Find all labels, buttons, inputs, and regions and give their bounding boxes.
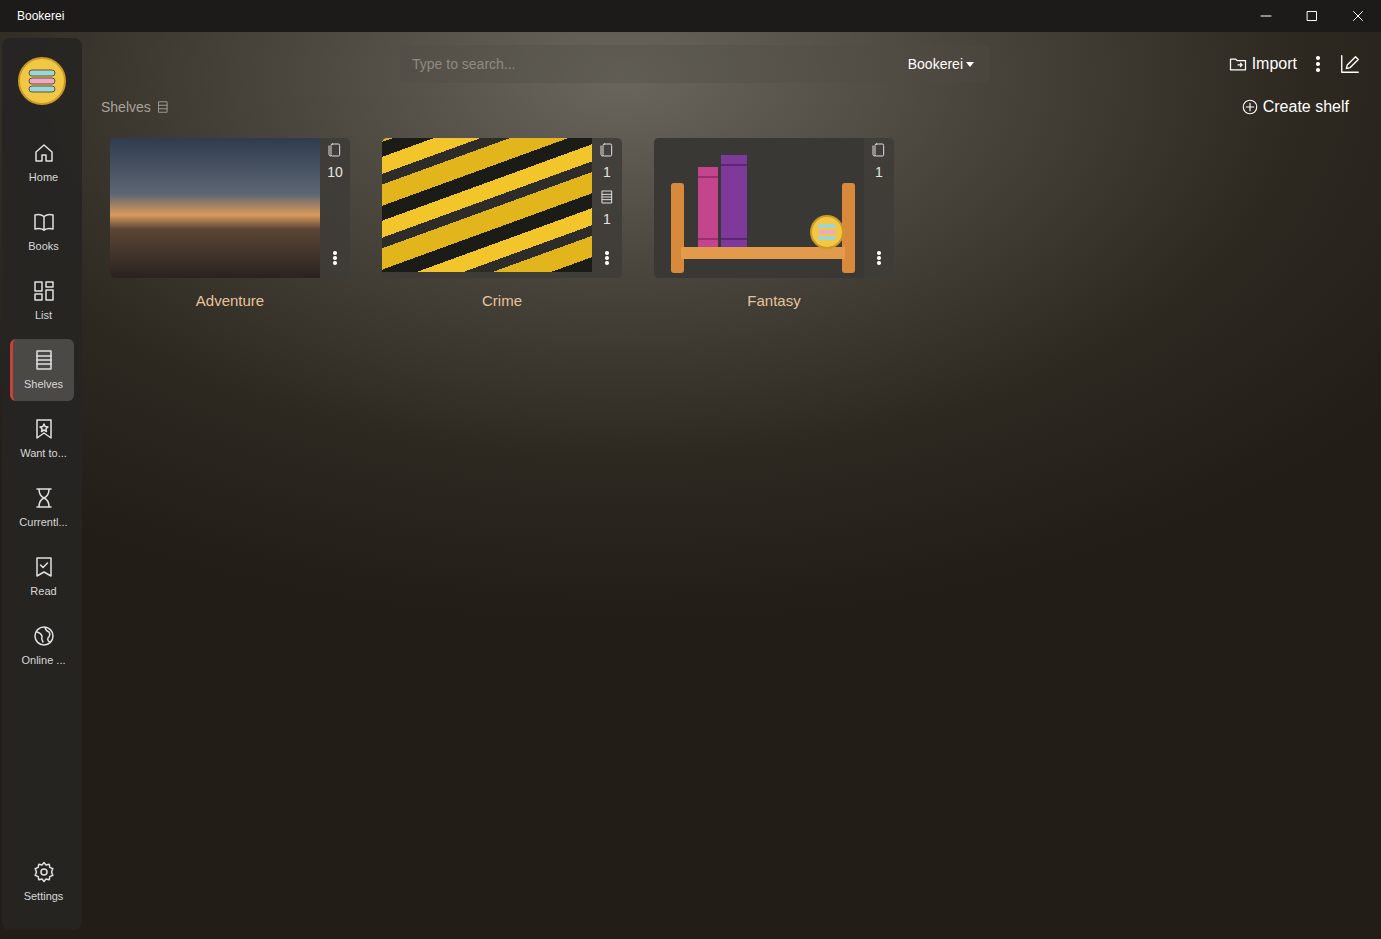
- subshelf-icon: [599, 189, 615, 205]
- sidebar-label: List: [35, 307, 52, 324]
- caret-icon: [966, 62, 974, 67]
- plus-circle-icon: [1241, 98, 1259, 116]
- shelf-tile[interactable]: 1: [654, 138, 894, 278]
- shelf-name: Crime: [482, 290, 522, 313]
- top-bar: Bookerei Import: [84, 38, 1381, 90]
- theme-button[interactable]: [1339, 53, 1361, 75]
- minimize-button[interactable]: [1243, 0, 1289, 32]
- kebab-icon: [1315, 55, 1321, 73]
- shelf-menu-button[interactable]: [876, 250, 882, 272]
- book-count: 1: [875, 162, 883, 183]
- logo-icon: [17, 56, 67, 106]
- globe-icon: [32, 624, 56, 648]
- sidebar-label: Currentl...: [19, 514, 67, 531]
- shelf-menu-button[interactable]: [332, 250, 338, 272]
- settings-item[interactable]: Settings: [10, 851, 74, 913]
- hourglass-icon: [32, 486, 56, 510]
- sidebar-label: Home: [29, 169, 58, 186]
- shelf-name: Fantasy: [747, 290, 800, 313]
- shelf-stats: 11: [592, 138, 622, 278]
- book-check-icon: [32, 555, 56, 579]
- book-count: 1: [603, 162, 611, 183]
- sidebar-label: Read: [30, 583, 56, 600]
- sidebar-item[interactable]: Online ...: [10, 615, 74, 677]
- create-shelf-label: Create shelf: [1263, 95, 1349, 119]
- shelf-list: 10Adventure11Crime1Fantasy: [84, 124, 1381, 327]
- sidebar-label: Online ...: [21, 652, 65, 669]
- book-count-icon: [599, 142, 615, 158]
- kebab-icon: [332, 250, 338, 266]
- bookmark-star-icon: [32, 417, 56, 441]
- close-button[interactable]: [1335, 0, 1381, 32]
- kebab-icon: [604, 250, 610, 266]
- kebab-icon: [876, 250, 882, 266]
- toolbar: Import: [1228, 52, 1381, 76]
- gear-icon: [32, 860, 56, 884]
- shelf-tile[interactable]: 11: [382, 138, 622, 278]
- app-logo[interactable]: [17, 56, 67, 106]
- source-dropdown[interactable]: Bookerei: [908, 54, 980, 75]
- shelf-icon: [32, 348, 56, 372]
- shelf-card[interactable]: 10 Adventure: [110, 138, 350, 313]
- app-body: Home Books List Shelves Want to... Currentl..…: [0, 32, 1381, 939]
- book-icon: [32, 210, 56, 234]
- maximize-button[interactable]: [1289, 0, 1335, 32]
- sidebar: Home Books List Shelves Want to... Currentl..…: [2, 38, 82, 930]
- minimize-icon: [1260, 10, 1272, 22]
- page-title: Shelves: [101, 97, 170, 118]
- page-title-text: Shelves: [101, 97, 151, 118]
- bookshelf-icon: [659, 143, 859, 273]
- shelf-icon: [156, 100, 170, 114]
- more-button[interactable]: [1315, 55, 1321, 73]
- shelf-stats: 1: [864, 138, 894, 278]
- sidebar-label: Want to...: [20, 445, 67, 462]
- book-count-icon: [327, 142, 343, 158]
- book-count-icon: [871, 142, 887, 158]
- search-input[interactable]: [410, 53, 908, 76]
- sidebar-item[interactable]: Books: [10, 201, 74, 263]
- shelf-photo: [110, 138, 320, 278]
- create-shelf-button[interactable]: Create shelf: [1241, 95, 1349, 119]
- title-bar: Bookerei: [0, 0, 1381, 32]
- folder-import-icon: [1228, 54, 1248, 74]
- grid-icon: [32, 279, 56, 303]
- shelf-menu-button[interactable]: [604, 250, 610, 272]
- sidebar-item[interactable]: Currentl...: [10, 477, 74, 539]
- sidebar-item[interactable]: Shelves: [10, 339, 74, 401]
- sidebar-item[interactable]: List: [10, 270, 74, 332]
- sidebar-item[interactable]: Want to...: [10, 408, 74, 470]
- page-header: Shelves Create shelf: [84, 90, 1381, 124]
- sidebar-item[interactable]: Home: [10, 132, 74, 194]
- shelf-tile[interactable]: 10: [110, 138, 350, 278]
- source-label: Bookerei: [908, 54, 963, 75]
- close-icon: [1352, 10, 1364, 22]
- shelf-photo: [382, 138, 592, 272]
- app-window: Bookerei Home Books List Shelves Want to... Cu…: [0, 0, 1381, 939]
- window-title: Bookerei: [0, 7, 1243, 25]
- subshelf-count: 1: [603, 209, 611, 230]
- shelf-name: Adventure: [196, 290, 264, 313]
- shelf-illustration: [654, 138, 864, 278]
- edit-icon: [1339, 53, 1361, 75]
- search-bar: Bookerei: [400, 45, 990, 83]
- home-icon: [32, 141, 56, 165]
- maximize-icon: [1306, 10, 1318, 22]
- sidebar-label: Books: [28, 238, 59, 255]
- shelf-stats: 10: [320, 138, 350, 278]
- import-button[interactable]: Import: [1228, 52, 1297, 76]
- settings-label: Settings: [24, 888, 64, 905]
- shelf-card[interactable]: 1 Fantasy: [654, 138, 894, 313]
- sidebar-item[interactable]: Read: [10, 546, 74, 608]
- shelf-card[interactable]: 11Crime: [382, 138, 622, 313]
- book-count: 10: [327, 162, 343, 183]
- sidebar-label: Shelves: [24, 376, 63, 393]
- import-label: Import: [1252, 52, 1297, 76]
- main-area: Bookerei Import Shelves Create shelf 10 Adven…: [84, 32, 1381, 939]
